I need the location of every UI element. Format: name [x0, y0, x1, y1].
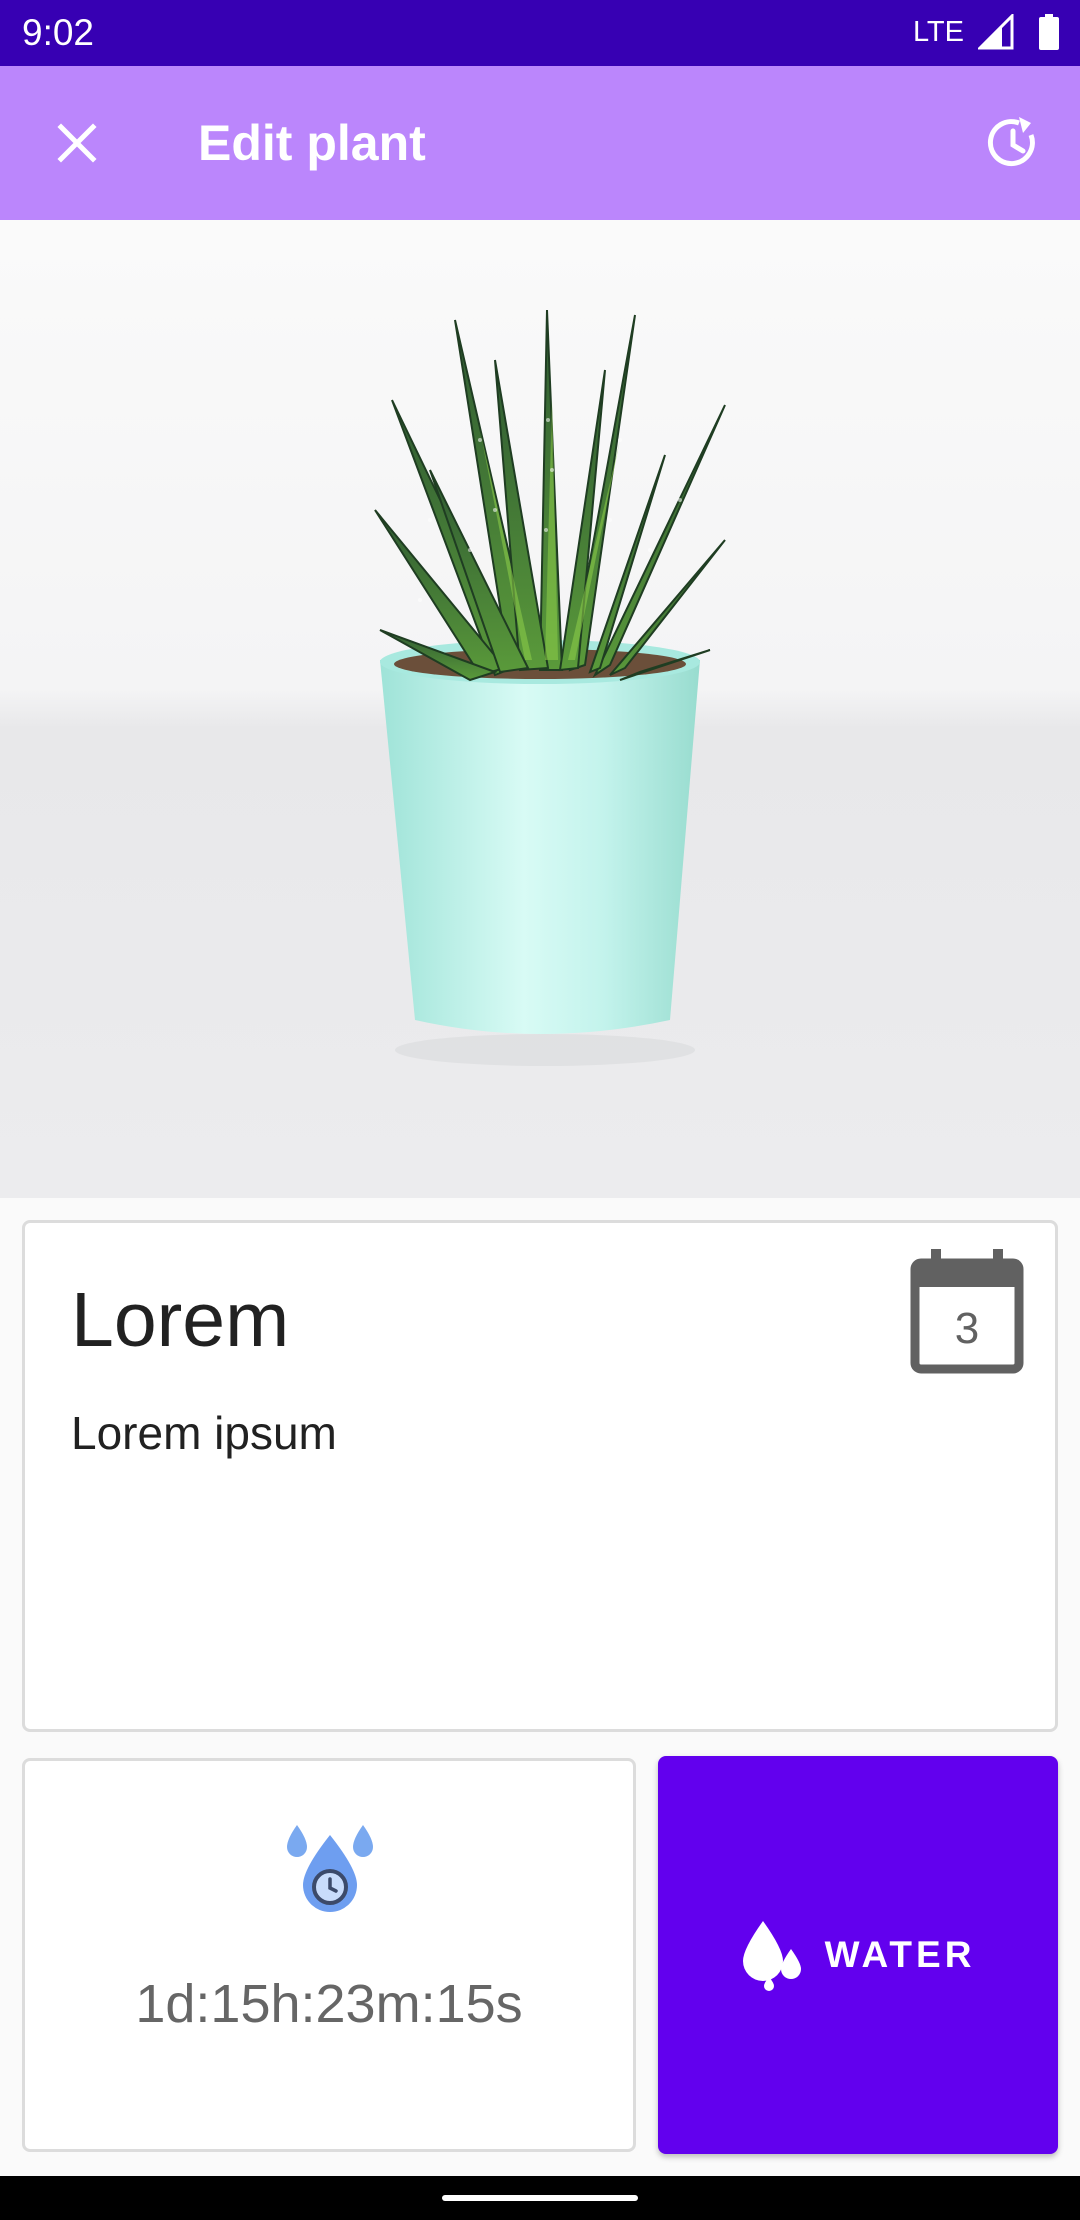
plant-description[interactable]: Lorem ipsum: [71, 1405, 337, 1461]
reset-timer-button[interactable]: [976, 106, 1050, 180]
plant-name[interactable]: Lorem: [71, 1275, 289, 1365]
close-button[interactable]: [40, 106, 114, 180]
network-type: LTE: [912, 16, 964, 48]
close-icon: [57, 123, 97, 163]
home-handle[interactable]: [442, 2195, 638, 2201]
navigation-bar: [0, 2176, 1080, 2220]
calendar-day: 3: [954, 1304, 980, 1353]
watering-timer-card: 1d:15h:23m:15s: [22, 1758, 636, 2152]
water-button-label: WATER: [824, 1934, 976, 1975]
page-title: Edit plant: [198, 115, 426, 171]
status-bar: 9:02 LTE: [0, 0, 1080, 66]
water-timer-icon: [287, 1825, 373, 1912]
status-time: 9:02: [22, 12, 95, 53]
app-bar: Edit plant: [0, 66, 1080, 220]
water-drops-icon: [742, 1921, 801, 1991]
water-button[interactable]: WATER: [658, 1756, 1058, 2154]
plant-info-card: Lorem Lorem ipsum 3: [22, 1220, 1058, 1732]
restore-clock-icon: [987, 117, 1035, 167]
succulent-plant-photo: [374, 309, 726, 1066]
calendar-icon[interactable]: 3: [909, 1249, 1025, 1375]
battery-icon: [1039, 14, 1059, 50]
plant-photo[interactable]: [0, 220, 1080, 1198]
signal-icon: [978, 14, 1014, 50]
timer-countdown: 1d:15h:23m:15s: [135, 1974, 523, 2034]
